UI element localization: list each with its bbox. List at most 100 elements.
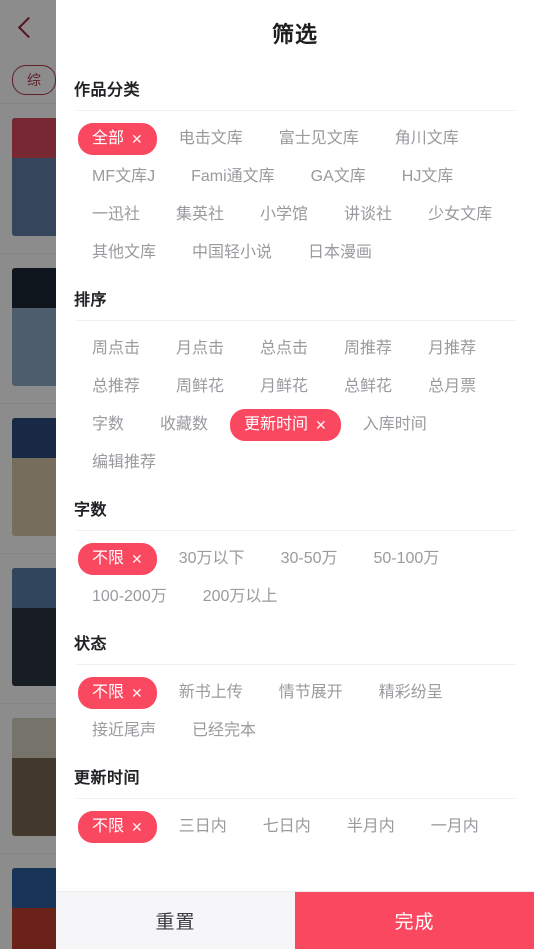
filter-chip-label: 日本漫画 [308,244,373,261]
filter-chip-label: 总鲜花 [344,378,393,395]
close-icon[interactable]: ✕ [315,418,327,432]
filter-chip[interactable]: 情节展开 [265,677,357,709]
filter-chip[interactable]: 30万以下 [165,543,259,575]
filter-chip[interactable]: 月点击 [162,333,238,365]
filter-chip[interactable]: 角川文库 [381,123,473,155]
filter-chip-label: Fami通文库 [191,168,275,185]
reset-button[interactable]: 重置 [56,892,295,949]
filter-chip[interactable]: 中国轻小说 [178,237,286,269]
filter-chip-label: MF文库J [92,168,156,185]
filter-chip-label: 不限 [92,684,125,701]
filter-chip[interactable]: 周推荐 [330,333,406,365]
filter-chip-label: 月鲜花 [260,378,309,395]
section-title: 字数 [74,502,108,519]
filter-chip-label: 不限 [92,818,125,835]
chip-group: 全部 ✕ 电击文库 富士见文库 角川文库 MF文库J Fami通文库 GA文库 HJ文库一迅社 集… [74,111,516,276]
filter-chip[interactable]: 全部 ✕ [78,123,157,155]
filter-chip[interactable]: 不限 ✕ [78,543,157,575]
filter-chip-label: 编辑推荐 [92,454,157,471]
filter-chip[interactable]: 一迅社 [78,199,154,231]
filter-chip-label: 30-50万 [280,550,338,567]
page-title: 筛选 [271,22,318,47]
filter-chip-label: 角川文库 [394,130,459,147]
filter-chip[interactable]: 一月内 [417,811,493,843]
filter-chip-label: 月推荐 [428,340,477,357]
filter-chip[interactable]: 周点击 [78,333,154,365]
filter-chip[interactable]: 接近尾声 [78,715,170,747]
filter-chip-label: 周推荐 [344,340,393,357]
filter-chip[interactable]: 月推荐 [414,333,490,365]
filter-chip[interactable]: 总点击 [246,333,322,365]
filter-chip[interactable]: 七日内 [249,811,325,843]
filter-chip-label: 中国轻小说 [192,244,273,261]
filter-chip-label: 全部 [92,130,125,147]
filter-chip-label: 少女文库 [428,206,493,223]
filter-chip[interactable]: HJ文库 [388,161,468,193]
filter-chip[interactable]: 不限 ✕ [78,677,157,709]
filter-chip-label: 入库时间 [362,416,427,433]
filter-chip-label: GA文库 [310,168,366,185]
filter-chip-label: 200万以上 [202,588,278,605]
close-icon[interactable]: ✕ [131,820,143,834]
filter-chip[interactable]: 收藏数 [146,409,222,441]
filter-chip[interactable]: 半月内 [333,811,409,843]
filter-chip[interactable]: 电击文库 [165,123,257,155]
close-icon[interactable]: ✕ [131,552,143,566]
filter-chip[interactable]: 100-200万 [78,581,181,613]
filter-chip[interactable]: 三日内 [165,811,241,843]
app-screen: 综 筛选 作品分类 全部 ✕ 电击文库 富士见文库 角川文库 MF文库J Fami通文库 GA文… [0,0,534,949]
filter-chip[interactable]: 30-50万 [267,543,352,575]
filter-chip-label: 电击文库 [178,130,243,147]
filter-chip[interactable]: 字数 [78,409,138,441]
filter-panel-header: 筛选 [56,0,534,66]
filter-chip-label: 讲谈社 [344,206,393,223]
close-icon[interactable]: ✕ [131,132,143,146]
filter-chip[interactable]: 已经完本 [178,715,270,747]
section-title: 更新时间 [74,770,141,787]
filter-chip[interactable]: 不限 ✕ [78,811,157,843]
filter-chip[interactable]: 总月票 [414,371,490,403]
filter-chip-label: 三日内 [178,818,227,835]
filter-chip[interactable]: 集英社 [162,199,238,231]
filter-chip[interactable]: 小学馆 [246,199,322,231]
filter-chip[interactable]: 编辑推荐 [78,447,170,479]
filter-chip[interactable]: 精彩纷呈 [365,677,457,709]
filter-chip-label: 月点击 [176,340,225,357]
filter-chip[interactable]: GA文库 [297,161,380,193]
filter-chip-label: 30万以下 [178,550,245,567]
chip-group: 不限 ✕ 新书上传 情节展开 精彩纷呈接近尾声 已经完本 [74,665,516,754]
close-icon[interactable]: ✕ [131,686,143,700]
filter-chip[interactable]: Fami通文库 [177,161,289,193]
filter-chip[interactable]: 日本漫画 [294,237,386,269]
filter-chip-label: 富士见文库 [278,130,359,147]
filter-section-wordcount: 字数不限 ✕ 30万以下 30-50万 50-100万 100-200万 200万以上 [74,486,516,620]
filter-chip-label: 小学馆 [260,206,309,223]
filter-chip-label: 一迅社 [92,206,141,223]
filter-chip[interactable]: 富士见文库 [265,123,373,155]
chip-group: 不限 ✕ 30万以下 30-50万 50-100万 100-200万 200万以上 [74,531,516,620]
chip-group: 周点击 月点击 总点击 周推荐 月推荐总推荐 周鲜花 月鲜花 总鲜花 总月票字数 收藏数 更新时间 ✕… [74,321,516,486]
filter-chip-label: 半月内 [346,818,395,835]
filter-chip[interactable]: 少女文库 [414,199,506,231]
filter-chip-label: 新书上传 [178,684,243,701]
filter-chip[interactable]: 其他文库 [78,237,170,269]
filter-chip-label: 接近尾声 [92,722,157,739]
filter-chip-label: HJ文库 [401,168,454,185]
filter-chip[interactable]: 更新时间 ✕ [230,409,341,441]
done-button[interactable]: 完成 [295,892,534,949]
filter-section-updatetime: 更新时间不限 ✕ 三日内 七日内 半月内 一月内 [74,754,516,850]
filter-chip-label: 周鲜花 [176,378,225,395]
filter-chip[interactable]: 月鲜花 [246,371,322,403]
filter-chip[interactable]: 总鲜花 [330,371,406,403]
chip-group: 不限 ✕ 三日内 七日内 半月内 一月内 [74,799,516,850]
filter-chip[interactable]: 周鲜花 [162,371,238,403]
filter-chip[interactable]: 50-100万 [360,543,454,575]
filter-chip[interactable]: 新书上传 [165,677,257,709]
filter-chip[interactable]: 入库时间 [349,409,441,441]
filter-chip-label: 总推荐 [92,378,141,395]
filter-chip[interactable]: 总推荐 [78,371,154,403]
filter-chip[interactable]: MF文库J [78,161,169,193]
filter-chip[interactable]: 讲谈社 [330,199,406,231]
filter-chip[interactable]: 200万以上 [189,581,292,613]
filter-panel: 筛选 作品分类 全部 ✕ 电击文库 富士见文库 角川文库 MF文库J Fami通文库 GA文库 H… [56,0,534,949]
